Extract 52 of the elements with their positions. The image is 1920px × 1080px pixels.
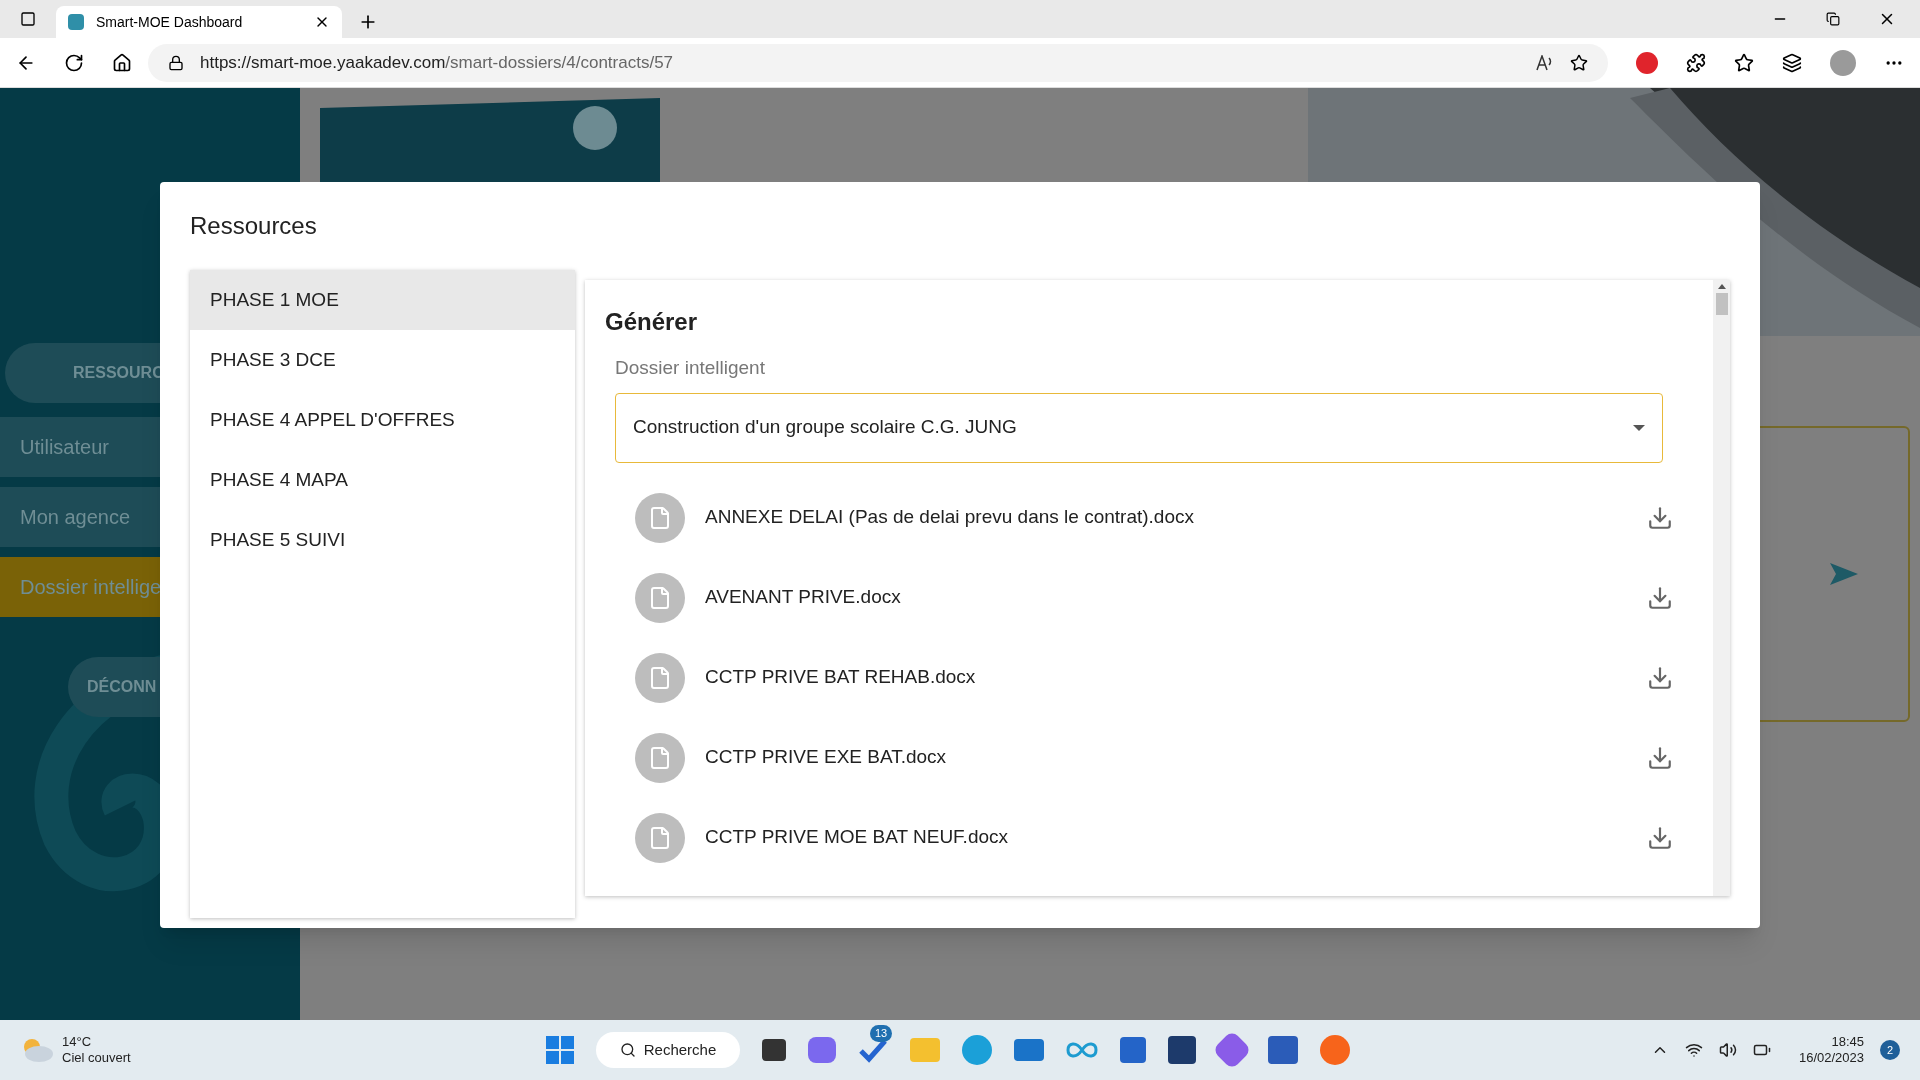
temperature: 14°C	[62, 1033, 93, 1050]
download-icon[interactable]	[1647, 744, 1673, 771]
scroll-up-icon	[1717, 284, 1726, 289]
section-title: Générer	[605, 307, 699, 337]
lock-icon	[168, 54, 184, 71]
file-name: ANNEXE DELAI (Pas de delai prevu dans le contrat).docx	[705, 505, 1195, 530]
search-icon	[619, 1042, 636, 1058]
chat-icon[interactable]	[808, 1037, 836, 1063]
scrollbar-thumb[interactable]	[1715, 293, 1728, 315]
home-icon[interactable]	[112, 52, 132, 73]
clock-time: 18:45	[1831, 1033, 1864, 1050]
search-button[interactable]: Recherche	[596, 1032, 740, 1068]
wifi-icon[interactable]	[1684, 1041, 1703, 1059]
weather-text: Ciel couvert	[62, 1050, 131, 1067]
file-avatar-icon	[635, 652, 685, 703]
file-avatar-icon	[635, 492, 685, 543]
file-name: CCTP PRIVE MOE BAT NEUF.docx	[705, 825, 1010, 850]
notification-badge: 13	[870, 1025, 893, 1042]
phase-item[interactable]: PHASE 1 MOE	[190, 270, 575, 330]
download-icon[interactable]	[1647, 664, 1673, 691]
infinity-icon[interactable]	[1066, 1041, 1098, 1059]
read-aloud-icon[interactable]	[1536, 54, 1554, 71]
file-avatar-icon	[635, 812, 685, 863]
reload-icon[interactable]	[64, 52, 84, 73]
address-bar[interactable]: https://smart-moe.yaakadev.com/smart-dossiers/4/contracts/57	[148, 43, 1608, 82]
url-text: https://smart-moe.yaakadev.com/smart-dossiers/4/contracts/57	[200, 51, 675, 74]
extensions-icon[interactable]	[1686, 52, 1706, 73]
start-icon[interactable]	[546, 1036, 574, 1064]
file-name: AVENANT PRIVE.docx	[705, 585, 902, 610]
download-icon[interactable]	[1647, 584, 1673, 611]
file-name: CCTP PRIVE EXE BAT.docx	[705, 745, 948, 770]
file-avatar-icon	[635, 572, 685, 623]
favorite-icon[interactable]	[1570, 53, 1588, 72]
collections-icon[interactable]	[1782, 52, 1802, 73]
browser-tab[interactable]: Smart-MOE Dashboard	[56, 6, 342, 38]
restore-icon[interactable]	[1826, 12, 1840, 26]
tab-title: Smart-MOE Dashboard	[96, 12, 244, 32]
site-icon	[68, 14, 84, 30]
profile-icon	[1830, 49, 1856, 76]
dialog-title: Ressources	[190, 211, 318, 241]
volume-icon[interactable]	[1718, 1041, 1737, 1059]
smart-folder-select[interactable]: Construction d'un groupe scolaire C.G. JUNG	[615, 392, 1663, 463]
favorites-icon[interactable]	[1734, 52, 1754, 73]
file-avatar-icon	[635, 732, 685, 783]
clock-date: 16/02/2023	[1798, 1050, 1864, 1067]
field-label: Dossier intelligent	[615, 356, 766, 380]
notification-count[interactable]: 2	[1880, 1040, 1900, 1060]
dropdown-caret-icon	[1633, 424, 1645, 431]
file-name: CCTP PRIVE BAT REHAB.docx	[705, 665, 977, 690]
download-icon[interactable]	[1647, 824, 1673, 851]
task-view-icon[interactable]	[762, 1039, 786, 1061]
download-icon[interactable]	[1647, 504, 1673, 531]
